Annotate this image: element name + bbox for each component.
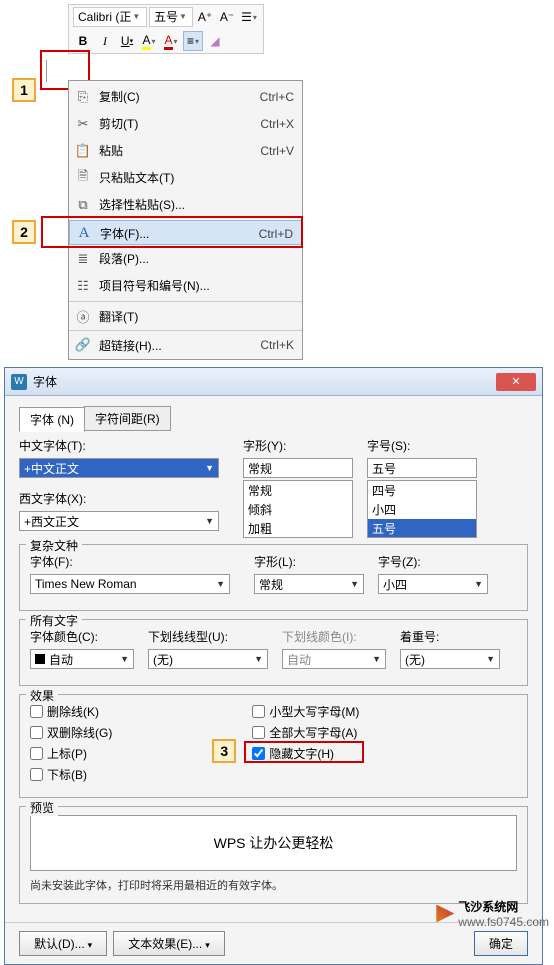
allcaps-checkbox[interactable]: 全部大写字母(A) — [252, 724, 359, 741]
menu-paste[interactable]: 📋粘贴Ctrl+V — [69, 137, 302, 164]
font-icon: A — [76, 226, 92, 242]
size-listbox[interactable]: 四号 小四 五号 — [367, 480, 477, 538]
size-input[interactable]: 五号 — [367, 458, 477, 478]
complex-style-combo[interactable]: 常规▼ — [254, 574, 364, 594]
cn-font-combo[interactable]: +中文正文▼ — [19, 458, 219, 478]
bullets-icon: ☷ — [75, 278, 91, 294]
translate-icon: ⓐ — [75, 308, 91, 324]
linespacing-button[interactable]: ☰▾ — [239, 7, 259, 27]
complex-style-label: 字形(L): — [254, 553, 364, 570]
context-menu: ⎘复制(C)Ctrl+C ✂剪切(T)Ctrl+X 📋粘贴Ctrl+V 🗎只粘贴… — [68, 80, 303, 360]
tab-spacing[interactable]: 字符间距(R) — [84, 406, 171, 431]
dialog-title: 字体 — [33, 373, 57, 390]
callout-1: 1 — [12, 78, 36, 102]
size-label: 字号(S): — [367, 437, 477, 454]
menu-paragraph[interactable]: ≣段落(P)... — [69, 245, 302, 272]
menu-bullets[interactable]: ☷项目符号和编号(N)... — [69, 272, 302, 299]
pastespecial-icon: ⧉ — [75, 197, 91, 213]
complex-fieldset: 复杂文种 字体(F): Times New Roman▼ 字形(L): 常规▼ … — [19, 544, 528, 611]
ucolor-combo[interactable]: 自动▼ — [282, 649, 386, 669]
callout-2: 2 — [12, 220, 36, 244]
ok-button[interactable]: 确定 — [474, 931, 528, 956]
preview-fieldset: 预览 WPS 让办公更轻松 尚未安装此字体，打印时将采用最相近的有效字体。 — [19, 806, 528, 904]
west-font-label: 西文字体(X): — [19, 490, 229, 507]
bold-button[interactable]: B — [73, 31, 93, 51]
app-icon: W — [11, 374, 27, 390]
font-selector[interactable]: Calibri (正▼ — [73, 7, 147, 27]
pastetext-icon: 🗎 — [75, 170, 91, 186]
cn-font-label: 中文字体(T): — [19, 437, 229, 454]
menu-font[interactable]: A字体(F)...Ctrl+D — [69, 220, 302, 245]
complex-font-combo[interactable]: Times New Roman▼ — [30, 574, 230, 594]
ucolor-label: 下划线颜色(I): — [282, 628, 386, 645]
paragraph-icon: ≣ — [75, 251, 91, 267]
complex-size-label: 字号(Z): — [378, 553, 488, 570]
smallcaps-checkbox[interactable]: 小型大写字母(M) — [252, 703, 359, 720]
menu-translate[interactable]: ⓐ翻译(T) — [69, 301, 302, 328]
menu-copy[interactable]: ⎘复制(C)Ctrl+C — [69, 83, 302, 110]
copy-icon: ⎘ — [75, 89, 91, 105]
color-combo[interactable]: 自动▼ — [30, 649, 134, 669]
west-font-combo[interactable]: +西文正文▼ — [19, 511, 219, 531]
underline-label: 下划线线型(U): — [148, 628, 268, 645]
highlight-button[interactable]: A▾ — [139, 31, 159, 51]
hidden-checkbox[interactable]: 隐藏文字(H) — [252, 745, 359, 762]
paste-icon: 📋 — [75, 143, 91, 159]
callout-3: 3 — [212, 739, 236, 763]
menu-cut[interactable]: ✂剪切(T)Ctrl+X — [69, 110, 302, 137]
sup-checkbox[interactable]: 上标(P) — [30, 745, 112, 762]
emphasis-label: 着重号: — [400, 628, 500, 645]
watermark: 飞沙系统网 www.fs0745.com — [436, 898, 549, 929]
italic-button[interactable]: I — [95, 31, 115, 51]
allchar-fieldset: 所有文字 字体颜色(C): 自动▼ 下划线线型(U): (无)▼ 下划线颜色(I… — [19, 619, 528, 686]
menu-paste-special[interactable]: ⧉选择性粘贴(S)... — [69, 191, 302, 218]
size-selector[interactable]: 五号▼ — [149, 7, 193, 27]
underline-combo[interactable]: (无)▼ — [148, 649, 268, 669]
align-button[interactable]: ≡▾ — [183, 31, 203, 51]
close-button[interactable]: ✕ — [496, 373, 536, 391]
style-listbox[interactable]: 常规 倾斜 加粗 — [243, 480, 353, 538]
font-dialog: W 字体 ✕ 字体 (N) 字符间距(R) 中文字体(T): +中文正文▼ 西文… — [4, 367, 543, 965]
watermark-logo-icon — [436, 905, 454, 923]
style-input[interactable]: 常规 — [243, 458, 353, 478]
increase-font-button[interactable]: A⁺ — [195, 7, 215, 27]
color-label: 字体颜色(C): — [30, 628, 134, 645]
emphasis-combo[interactable]: (无)▼ — [400, 649, 500, 669]
formatting-toolbar: Calibri (正▼ 五号▼ A⁺ A⁻ ☰▾ B I U▾ A▾ A▾ ≡▾… — [68, 4, 264, 54]
sub-checkbox[interactable]: 下标(B) — [30, 766, 112, 783]
style-label: 字形(Y): — [243, 437, 353, 454]
preview-box: WPS 让办公更轻松 — [30, 815, 517, 871]
menu-hyperlink[interactable]: 🔗超链接(H)...Ctrl+K — [69, 330, 302, 357]
dialog-titlebar: W 字体 ✕ — [5, 368, 542, 396]
fontcolor-button[interactable]: A▾ — [161, 31, 181, 51]
texteffect-button[interactable]: 文本效果(E)...▾ — [113, 931, 225, 956]
complex-size-combo[interactable]: 小四▼ — [378, 574, 488, 594]
eraser-button[interactable]: ◢ — [205, 31, 225, 51]
cut-icon: ✂ — [75, 116, 91, 132]
dstrike-checkbox[interactable]: 双删除线(G) — [30, 724, 112, 741]
effects-fieldset: 效果 删除线(K) 双删除线(G) 上标(P) 下标(B) 小型大写字母(M) … — [19, 694, 528, 798]
underline-button[interactable]: U▾ — [117, 31, 137, 51]
preview-note: 尚未安装此字体，打印时将采用最相近的有效字体。 — [30, 877, 517, 893]
decrease-font-button[interactable]: A⁻ — [217, 7, 237, 27]
strike-checkbox[interactable]: 删除线(K) — [30, 703, 112, 720]
complex-font-label: 字体(F): — [30, 553, 240, 570]
default-button[interactable]: 默认(D)...▾ — [19, 931, 107, 956]
menu-paste-text[interactable]: 🗎只粘贴文本(T) — [69, 164, 302, 191]
link-icon: 🔗 — [75, 337, 91, 353]
tab-font[interactable]: 字体 (N) — [19, 407, 85, 432]
